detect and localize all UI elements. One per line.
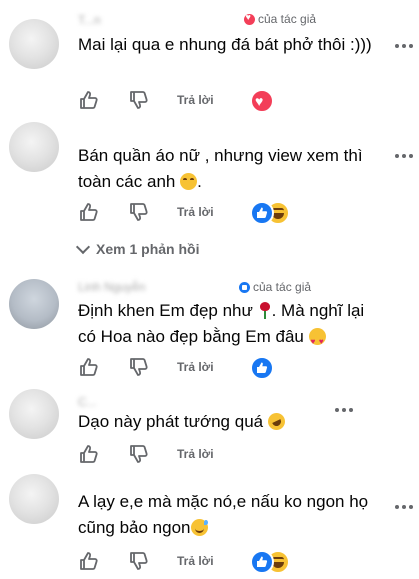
avatar[interactable] <box>9 122 59 172</box>
like-icon <box>257 207 268 218</box>
more-icon[interactable] <box>395 505 413 511</box>
comment-actions: Trả lời <box>78 550 398 574</box>
comment-actions: Trả lời <box>78 89 398 113</box>
reply-button[interactable]: Trả lời <box>177 360 214 374</box>
like-icon <box>257 556 268 567</box>
more-icon[interactable] <box>395 44 413 50</box>
comment-actions: Trả lời <box>78 444 398 466</box>
like-reaction-icon[interactable] <box>250 201 274 225</box>
author-badge: của tác giả <box>244 12 316 26</box>
reply-button[interactable]: Trả lời <box>177 205 214 219</box>
dislike-icon[interactable] <box>128 202 148 222</box>
reply-button[interactable]: Trả lời <box>177 93 214 107</box>
comment-text: Mai lại qua e nhung đá bát phở thôi :))) <box>78 35 372 54</box>
dislike-icon[interactable] <box>128 90 148 110</box>
heart-icon <box>244 12 255 25</box>
like-icon[interactable] <box>78 551 98 571</box>
comment-text: Dạo này phát tướng quá <box>78 409 338 435</box>
reply-button[interactable]: Trả lời <box>177 447 214 461</box>
like-icon <box>257 362 268 373</box>
like-reaction-icon[interactable] <box>250 550 274 574</box>
rofl-emoji-icon <box>265 410 288 433</box>
like-icon <box>239 281 250 293</box>
dislike-icon[interactable] <box>128 551 148 571</box>
comment-author[interactable]: T...n <box>78 13 101 27</box>
dislike-icon[interactable] <box>128 357 148 377</box>
sweat-smile-emoji-icon <box>190 519 208 536</box>
rose-emoji-icon <box>258 302 272 319</box>
view-replies-link[interactable]: Xem 1 phản hồi <box>75 239 199 257</box>
avatar[interactable] <box>9 474 59 524</box>
comment-text: Bán quần áo nữ , nhưng view xem thì toàn… <box>78 146 363 191</box>
like-icon[interactable] <box>78 202 98 222</box>
comment-text: Định khen Em đẹp như . Mà nghĩ lại có Ho… <box>78 298 378 355</box>
comment-text-body: Bán quần áo nữ , nhưng view xem thì toàn… <box>78 146 363 191</box>
heart-icon[interactable] <box>250 89 274 113</box>
comment-text: A lạy e,e mà mặc nó,e nấu ko ngon họ cũn… <box>78 492 369 537</box>
comment-actions: Trả lời <box>78 201 398 225</box>
avatar[interactable] <box>9 19 59 69</box>
author-badge: của tác giả <box>239 280 311 294</box>
dislike-icon[interactable] <box>128 444 148 464</box>
more-icon[interactable] <box>335 408 353 414</box>
reply-button[interactable]: Trả lời <box>177 554 214 568</box>
avatar[interactable] <box>9 389 59 439</box>
comment-author[interactable]: C... <box>78 395 97 409</box>
comment-author[interactable]: Linh Nguyễn <box>78 280 145 294</box>
like-icon[interactable] <box>78 90 98 110</box>
like-reaction-icon[interactable] <box>250 356 274 380</box>
like-icon[interactable] <box>78 444 98 464</box>
comment-actions: Trả lời <box>78 356 398 380</box>
heart-eyes-emoji-icon <box>308 328 326 355</box>
laughing-emoji-icon <box>180 173 198 190</box>
more-icon[interactable] <box>395 154 413 160</box>
chevron-down-icon <box>75 239 91 255</box>
avatar[interactable] <box>9 279 59 329</box>
like-icon[interactable] <box>78 357 98 377</box>
